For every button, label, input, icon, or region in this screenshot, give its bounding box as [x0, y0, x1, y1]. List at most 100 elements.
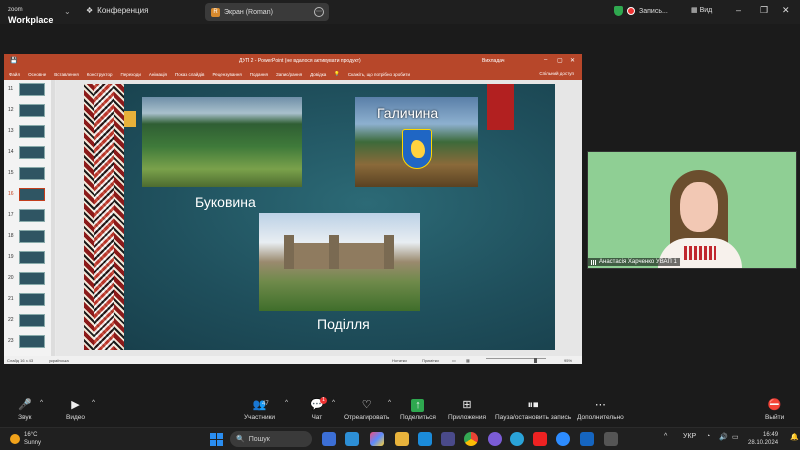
- thumb-number: 13: [8, 128, 14, 134]
- task-view-icon[interactable]: [322, 432, 336, 446]
- ppt-minimize-icon[interactable]: –: [544, 57, 547, 63]
- zoom-slider[interactable]: [486, 358, 546, 359]
- comments-button[interactable]: Примітки: [422, 358, 439, 363]
- store-icon[interactable]: [441, 432, 455, 446]
- edge-icon[interactable]: [418, 432, 432, 446]
- save-icon[interactable]: 💾: [10, 57, 17, 64]
- notes-app-icon[interactable]: [604, 432, 618, 446]
- sorter-view-icon[interactable]: ▦: [466, 358, 470, 363]
- notes-button[interactable]: Нотатки: [392, 358, 407, 363]
- podillia-photo[interactable]: [259, 213, 420, 311]
- slide-thumbnail[interactable]: 12: [7, 103, 52, 118]
- ppt-close-icon[interactable]: ✕: [570, 57, 575, 64]
- current-slide[interactable]: Буковина Галичина Поділля: [84, 84, 555, 350]
- share-label: Поделиться: [400, 414, 436, 421]
- telegram-icon[interactable]: [510, 432, 524, 446]
- chat-button[interactable]: 💬 1 Чат: [310, 397, 327, 421]
- close-icon[interactable]: ✕: [782, 5, 790, 16]
- slide-thumbnail[interactable]: 22: [7, 313, 52, 328]
- slide-thumbnail[interactable]: 21: [7, 292, 52, 307]
- menu-design[interactable]: Конструктор: [87, 72, 113, 77]
- wifi-icon[interactable]: ◔: [706, 433, 710, 440]
- word-icon[interactable]: [580, 432, 594, 446]
- slide-thumbnail[interactable]: 15: [7, 166, 52, 181]
- slide-thumbnail[interactable]: 14: [7, 145, 52, 160]
- slide-thumbnail[interactable]: 11: [7, 82, 52, 97]
- react-button[interactable]: ♡ Отреагировать: [344, 399, 389, 421]
- view-menu[interactable]: ▦ Вид: [691, 6, 712, 14]
- slide-thumbnail[interactable]: 20: [7, 271, 52, 286]
- menu-slideshow[interactable]: Показ слайдів: [175, 72, 204, 77]
- more-button[interactable]: ⋯ Дополнительно: [577, 399, 624, 421]
- exit-button[interactable]: ⛔ Выйти: [765, 399, 784, 421]
- recording-indicator[interactable]: Запись...: [614, 6, 668, 16]
- viber-icon[interactable]: [488, 432, 502, 446]
- chat-app-icon[interactable]: [345, 432, 359, 446]
- menu-insert[interactable]: Вставлення: [54, 72, 79, 77]
- apps-button[interactable]: ⊞ Приложения: [448, 399, 486, 421]
- battery-icon[interactable]: ▭: [732, 433, 739, 441]
- menu-recording[interactable]: Запис/рання: [276, 72, 302, 77]
- chevron-up-icon[interactable]: ^: [664, 433, 667, 440]
- zoom-app-icon[interactable]: [556, 432, 570, 446]
- bukovyna-photo[interactable]: [142, 97, 302, 187]
- video-button[interactable]: ▶ Видео: [66, 399, 85, 421]
- status-language[interactable]: українська: [49, 358, 69, 363]
- menu-view[interactable]: Подання: [250, 72, 268, 77]
- more-options-icon[interactable]: ⋯: [314, 7, 324, 17]
- ppt-maximize-icon[interactable]: ▢: [557, 57, 563, 64]
- slide-thumbnail[interactable]: 17: [7, 208, 52, 223]
- embroidery-ornament: [84, 84, 124, 350]
- chevron-up-icon[interactable]: ^: [285, 399, 288, 406]
- zoom-slider-knob[interactable]: [534, 358, 537, 363]
- file-explorer-icon[interactable]: [395, 432, 409, 446]
- menu-help[interactable]: Довідка: [310, 72, 326, 77]
- share-screen-button[interactable]: ↑ Поделиться: [400, 399, 436, 421]
- slide-thumbnail[interactable]: 23: [7, 334, 52, 349]
- conference-menu[interactable]: ❖ Конференция: [86, 6, 148, 15]
- thumb-image: [19, 104, 45, 117]
- slide-thumbnail[interactable]: 13: [7, 124, 52, 139]
- screen-share-pill[interactable]: R Экран (Roman) ⋯: [205, 3, 329, 21]
- chevron-up-icon[interactable]: ^: [388, 399, 391, 406]
- volume-icon[interactable]: 🔊: [719, 433, 728, 441]
- exit-icon: ⛔: [767, 399, 782, 411]
- language-indicator[interactable]: УКР: [683, 433, 696, 440]
- zoom-level[interactable]: 95%: [564, 358, 572, 363]
- thumbnails-scrollbar[interactable]: [51, 80, 55, 356]
- youtube-icon[interactable]: [533, 432, 547, 446]
- weather-widget[interactable]: 16°C Sunny: [10, 431, 41, 447]
- chrome-icon[interactable]: [464, 432, 478, 446]
- participants-button[interactable]: 👥 47 Участники: [244, 399, 275, 421]
- menu-home[interactable]: Основне: [28, 72, 46, 77]
- minimize-icon[interactable]: –: [736, 5, 741, 15]
- chevron-up-icon[interactable]: ^: [40, 399, 43, 406]
- sound-button[interactable]: 🎤 Звук: [18, 399, 32, 421]
- menu-review[interactable]: Рецензування: [212, 72, 241, 77]
- chevron-up-icon[interactable]: ^: [92, 399, 95, 406]
- label-halychyna: Галичина: [377, 105, 439, 121]
- more-label: Дополнительно: [577, 414, 624, 421]
- system-clock[interactable]: 16:49 28.10.2024: [748, 431, 778, 447]
- windows-start-icon[interactable]: [210, 433, 223, 446]
- menu-animations[interactable]: Анімація: [149, 72, 167, 77]
- chevron-down-icon[interactable]: ⌄: [64, 7, 71, 16]
- slide-thumbnail[interactable]: 18: [7, 229, 52, 244]
- slide-thumbnail[interactable]: 19: [7, 250, 52, 265]
- notification-icon[interactable]: 🔔: [790, 433, 799, 441]
- menu-transitions[interactable]: Переходи: [120, 72, 140, 77]
- participant-video[interactable]: Анастасія Харченко УВАП 1: [587, 151, 797, 269]
- thumb-number: 15: [8, 170, 14, 176]
- taskbar-search[interactable]: 🔍 Пошук: [230, 431, 312, 447]
- menu-file[interactable]: Файл: [9, 72, 20, 77]
- chat-badge: 1: [320, 397, 327, 404]
- ppt-share-button[interactable]: Спільний доступ: [539, 71, 574, 76]
- normal-view-icon[interactable]: ▭: [452, 358, 456, 363]
- copilot-icon[interactable]: [370, 432, 384, 446]
- chevron-up-icon[interactable]: ^: [332, 399, 335, 406]
- tell-me-search[interactable]: Скажіть, що потрібно зробити: [348, 72, 410, 77]
- label-podillia: Поділля: [317, 316, 370, 332]
- maximize-icon[interactable]: ❐: [760, 5, 768, 16]
- slide-thumbnail-selected[interactable]: 16: [7, 187, 52, 202]
- pause-recording-button[interactable]: ⏸⏹ Пауза/остановить запись: [495, 399, 571, 421]
